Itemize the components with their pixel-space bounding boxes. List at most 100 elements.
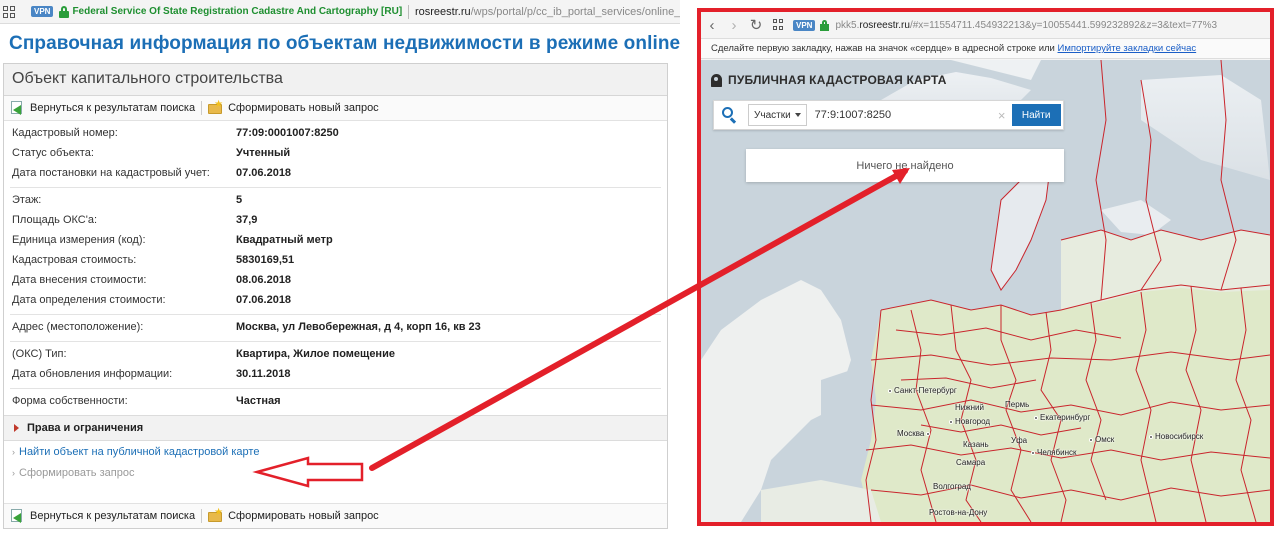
attr-key: Дата внесения стоимости: xyxy=(12,274,147,286)
import-bookmarks-link[interactable]: Импортируйте закладки сейчас xyxy=(1058,43,1197,54)
attribute-row: Дата внесения стоимости: 08.06.2018 xyxy=(10,270,661,290)
city-label[interactable]: Казань xyxy=(963,440,989,449)
vpn-badge[interactable]: VPN xyxy=(31,6,54,17)
attribute-row: Адрес (местоположение): Москва, ул Левобе… xyxy=(10,317,661,337)
city-label[interactable]: Омск xyxy=(1089,435,1114,444)
attribute-group: Форма собственности: Частная xyxy=(10,389,661,415)
find-button[interactable]: Найти xyxy=(1011,104,1061,126)
reload-icon[interactable]: ↻ xyxy=(745,18,767,33)
rights-label: Права и ограничения xyxy=(27,422,144,434)
attribute-row: Форма собственности: Частная xyxy=(10,391,661,411)
bookmarks-bar: Сделайте первую закладку, нажав на значо… xyxy=(701,39,1270,59)
find-on-map-row: › Найти объект на публичной кадастровой … xyxy=(4,441,667,462)
new-query-icon: ★ xyxy=(208,100,224,115)
vpn-badge[interactable]: VPN xyxy=(793,19,816,31)
attribute-group: Кадастровый номер: 77:09:0001007:8250 Ста… xyxy=(10,121,661,188)
attr-value: Учтенный xyxy=(236,147,291,159)
map-logo: ПУБЛИЧНАЯ КАДАСТРОВАЯ КАРТА xyxy=(711,73,947,87)
attr-value: 37,9 xyxy=(236,214,258,226)
forward-icon[interactable]: › xyxy=(723,18,745,33)
back-arrow-icon xyxy=(10,509,26,523)
bottom-toolbar: Вернуться к результатам поиска ★ Сформир… xyxy=(4,503,667,528)
attribute-row: Этаж: 5 xyxy=(10,190,661,210)
city-label[interactable]: Екатеринбург xyxy=(1034,413,1090,422)
city-label[interactable]: Челябинск xyxy=(1031,448,1076,457)
apps-grid-icon[interactable] xyxy=(3,5,15,19)
city-label[interactable]: Новосибирск xyxy=(1149,432,1203,441)
object-type-value: Участки xyxy=(754,109,791,121)
city-label[interactable]: Волгоград xyxy=(933,482,971,491)
city-label[interactable]: Нижний xyxy=(955,403,984,412)
chevron-right-icon: › xyxy=(12,446,15,457)
new-query-button-bottom[interactable]: ★ Сформировать новый запрос xyxy=(201,508,379,523)
rights-section-toggle[interactable]: Права и ограничения xyxy=(4,415,667,441)
attribute-row: Кадастровая стоимость: 5830169,51 xyxy=(10,250,661,270)
new-query-button[interactable]: ★ Сформировать новый запрос xyxy=(201,100,379,115)
lock-icon[interactable] xyxy=(59,5,70,18)
attribute-group: Адрес (местоположение): Москва, ул Левобе… xyxy=(10,315,661,342)
site-identity[interactable]: Federal Service Of State Registration Ca… xyxy=(72,6,402,17)
attr-key: (ОКС) Тип: xyxy=(12,348,67,360)
back-to-results-button-bottom[interactable]: Вернуться к результатам поиска xyxy=(10,509,195,523)
url-path[interactable]: /wps/portal/p/cc_ib_portal_services/onli… xyxy=(471,6,680,18)
object-card: Объект капитального строительства Вернут… xyxy=(3,63,668,529)
attribute-row: Дата обновления информации: 30.11.2018 xyxy=(10,364,661,384)
cadastral-number-input[interactable] xyxy=(814,104,995,126)
url-host[interactable]: rosreestr.ru xyxy=(415,6,471,18)
city-label[interactable]: Пермь xyxy=(1005,400,1029,409)
attr-key: Дата постановки на кадастровый учет: xyxy=(12,167,210,179)
attribute-row: Дата определения стоимости: 07.06.2018 xyxy=(10,290,661,310)
attr-value: 5830169,51 xyxy=(236,254,295,266)
attr-key: Кадастровая стоимость: xyxy=(12,254,137,266)
back-arrow-icon xyxy=(10,101,26,115)
attribute-row: Единица измерения (код): Квадратный метр xyxy=(10,230,661,250)
attribute-row: Площадь ОКС'a: 37,9 xyxy=(10,210,661,230)
clear-icon[interactable]: × xyxy=(995,108,1009,123)
city-label[interactable]: Новгород xyxy=(949,417,990,426)
attribute-group: (ОКС) Тип: Квартира, Жилое помещение Дата… xyxy=(10,342,661,389)
back-to-results-button[interactable]: Вернуться к результатам поиска xyxy=(10,101,195,115)
attribute-row: Дата постановки на кадастровый учет: 07.0… xyxy=(10,163,661,183)
attr-value: 07.06.2018 xyxy=(236,294,292,306)
apps-grid-icon[interactable] xyxy=(773,19,785,31)
form-request-row: › Сформировать запрос xyxy=(4,462,667,483)
city-label[interactable]: Самара xyxy=(956,458,985,467)
bookmarks-hint: Сделайте первую закладку, нажав на значо… xyxy=(711,43,1055,54)
attr-key: Дата определения стоимости: xyxy=(12,294,166,306)
chevron-down-icon xyxy=(794,113,801,117)
right-address-bar: ‹ › ↻ VPN pkk5.rosreestr.ru/#x=11554711.… xyxy=(701,12,1270,39)
city-label[interactable]: Ростов-на-Дону xyxy=(929,508,987,517)
attribute-row: Кадастровый номер: 77:09:0001007:8250 xyxy=(10,123,661,143)
attribute-list: Кадастровый номер: 77:09:0001007:8250 Ста… xyxy=(4,121,667,415)
card-title: Объект капитального строительства xyxy=(4,64,667,96)
find-on-map-link[interactable]: Найти объект на публичной кадастровой ка… xyxy=(19,446,259,458)
back-icon[interactable]: ‹ xyxy=(701,18,723,33)
attr-value: 30.11.2018 xyxy=(236,368,291,380)
attr-key: Статус объекта: xyxy=(12,147,94,159)
attr-value: 5 xyxy=(236,194,243,206)
attr-value: 08.06.2018 xyxy=(236,274,292,286)
attribute-row: Статус объекта: Учтенный xyxy=(10,143,661,163)
attr-value: Частная xyxy=(236,395,281,407)
lock-icon[interactable] xyxy=(820,19,830,31)
attr-value: Москва, ул Левобережная, д 4, корп 16, к… xyxy=(236,321,481,333)
object-type-select[interactable]: Участки xyxy=(748,104,807,126)
city-label[interactable]: Москва xyxy=(897,429,932,438)
address-bar[interactable]: VPN Federal Service Of State Registratio… xyxy=(0,0,680,24)
url-field[interactable]: pkk5.rosreestr.ru/#x=11554711.454932213&… xyxy=(835,20,1235,31)
attr-value: 07.06.2018 xyxy=(236,167,292,179)
city-label[interactable]: Санкт-Петербург xyxy=(888,386,957,395)
map-title: ПУБЛИЧНАЯ КАДАСТРОВАЯ КАРТА xyxy=(728,73,947,87)
attr-value: Квартира, Жилое помещение xyxy=(236,348,395,360)
search-icon[interactable] xyxy=(714,101,744,129)
left-browser-window: VPN Federal Service Of State Registratio… xyxy=(0,0,680,533)
attribute-row: (ОКС) Тип: Квартира, Жилое помещение xyxy=(10,344,661,364)
city-label[interactable]: Уфа xyxy=(1011,436,1027,445)
back-to-results-label: Вернуться к результатам поиска xyxy=(30,510,196,522)
form-request-link[interactable]: Сформировать запрос xyxy=(19,467,134,479)
attribute-group: Этаж: 5 Площадь ОКС'a: 37,9 Единица измере… xyxy=(10,188,661,315)
map-search-bar: Участки × Найти xyxy=(713,100,1064,130)
new-query-label: Сформировать новый запрос xyxy=(228,510,379,522)
cadastral-map[interactable]: ПУБЛИЧНАЯ КАДАСТРОВАЯ КАРТА Участки × На… xyxy=(701,60,1270,522)
new-query-label: Сформировать новый запрос xyxy=(228,102,379,114)
